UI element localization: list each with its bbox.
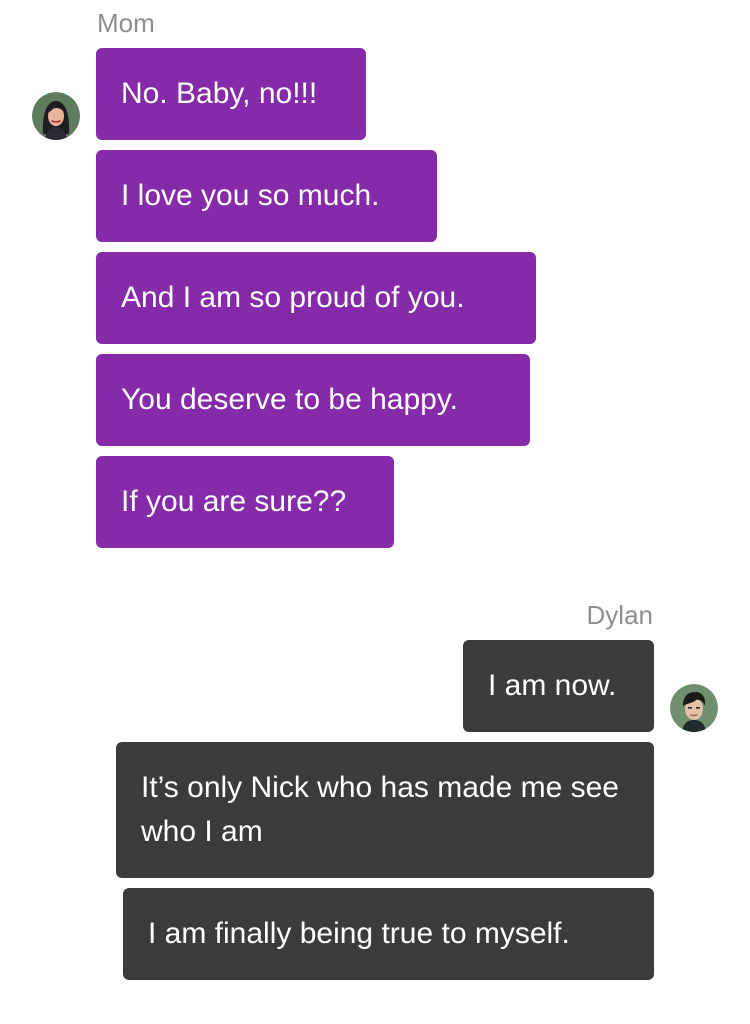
message-bubble-mom-1[interactable]: No. Baby, no!!! — [96, 48, 366, 140]
mom-avatar-icon[interactable] — [32, 92, 80, 140]
dylan-avatar-icon[interactable] — [670, 684, 718, 732]
message-bubble-mom-4[interactable]: You deserve to be happy. — [96, 354, 530, 446]
message-bubble-dylan-2[interactable]: It’s only Nick who has made me see who I… — [116, 742, 654, 878]
message-bubble-dylan-3[interactable]: I am finally being true to myself. — [123, 888, 654, 980]
message-bubble-mom-3[interactable]: And I am so proud of you. — [96, 252, 536, 344]
message-bubble-dylan-1[interactable]: I am now. — [463, 640, 654, 732]
sender-name-mom: Mom — [97, 8, 155, 38]
message-bubble-mom-2[interactable]: I love you so much. — [96, 150, 437, 242]
sender-name-dylan: Dylan — [586, 600, 653, 630]
message-bubble-mom-5[interactable]: If you are sure?? — [96, 456, 394, 548]
